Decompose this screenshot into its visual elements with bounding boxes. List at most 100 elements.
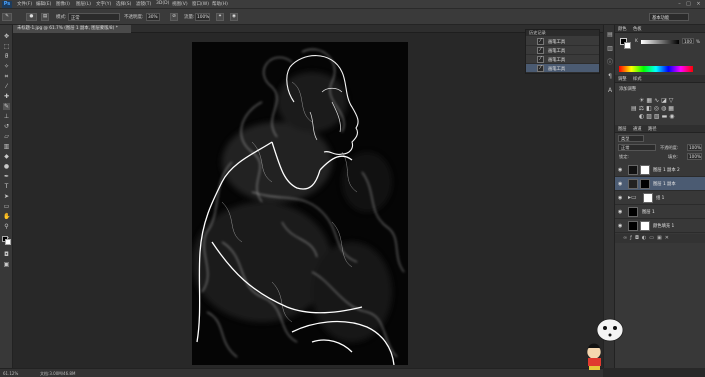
tab-styles[interactable]: 样式 xyxy=(633,76,642,82)
visibility-eye-icon[interactable]: ◉ xyxy=(618,223,622,229)
properties-panel-icon[interactable]: ▥ xyxy=(606,45,614,52)
flow-input[interactable]: 100% xyxy=(195,13,210,21)
info-panel-icon[interactable]: ⓘ xyxy=(606,59,614,66)
tab-color[interactable]: 颜色 xyxy=(618,26,627,32)
airbrush-icon[interactable]: ✦ xyxy=(216,13,224,21)
menu-window[interactable]: 窗口(W) xyxy=(192,1,209,7)
character-panel-icon[interactable]: A xyxy=(606,87,614,94)
history-item[interactable]: ⁄ 画笔工具 xyxy=(526,37,599,46)
pressure-opacity-icon[interactable]: ⊘ xyxy=(170,13,178,21)
blur-tool-icon[interactable]: ◆ xyxy=(3,153,10,160)
brush-panel-toggle-icon[interactable]: ▤ xyxy=(41,13,49,21)
menu-edit[interactable]: 编辑(E) xyxy=(36,1,51,7)
tab-adjustments[interactable]: 调整 xyxy=(618,76,627,82)
background-swatch-panel[interactable] xyxy=(624,42,631,49)
color-lookup-icon[interactable]: ▦ xyxy=(668,105,676,112)
healing-brush-tool-icon[interactable]: ✚ xyxy=(3,93,10,100)
k-value-input[interactable]: 100 xyxy=(682,38,694,44)
fill-input[interactable]: 100% xyxy=(687,153,702,160)
black-white-icon[interactable]: ◧ xyxy=(646,105,654,112)
quick-select-tool-icon[interactable]: ✧ xyxy=(3,63,10,70)
move-tool-icon[interactable]: ✥ xyxy=(3,33,10,40)
history-brush-tool-icon[interactable]: ↺ xyxy=(3,123,10,130)
levels-icon[interactable]: ▦ xyxy=(646,97,654,104)
layer-opacity-input[interactable]: 100% xyxy=(687,144,702,151)
type-tool-icon[interactable]: T xyxy=(3,183,10,190)
tab-channels[interactable]: 通道 xyxy=(633,126,642,132)
exposure-icon[interactable]: ◪ xyxy=(661,97,669,104)
marquee-tool-icon[interactable]: ⬚ xyxy=(3,43,10,50)
visibility-eye-icon[interactable]: ◉ xyxy=(618,195,622,201)
shape-tool-icon[interactable]: ▭ xyxy=(3,203,10,210)
layer-kind-filter[interactable]: 类型 xyxy=(618,135,644,142)
add-mask-icon[interactable]: ◘ xyxy=(635,235,642,241)
zoom-tool-icon[interactable]: ⚲ xyxy=(3,223,10,230)
visibility-eye-icon[interactable]: ◉ xyxy=(618,209,622,215)
selective-color-icon[interactable]: ◉ xyxy=(669,113,676,120)
brush-size-picker[interactable]: ● xyxy=(26,13,37,21)
menu-type[interactable]: 文字(Y) xyxy=(96,1,111,7)
tab-paths[interactable]: 路径 xyxy=(648,126,657,132)
screen-mode-icon[interactable]: ▣ xyxy=(3,261,10,268)
hue-sat-icon[interactable]: ▤ xyxy=(631,105,639,112)
menu-view[interactable]: 视图(V) xyxy=(172,1,188,7)
visibility-eye-icon[interactable]: ◉ xyxy=(618,181,622,187)
zoom-level[interactable]: 61.12% xyxy=(3,371,18,376)
tab-swatches[interactable]: 色板 xyxy=(633,26,642,32)
delete-layer-icon[interactable]: ✕ xyxy=(665,235,672,241)
layer-row[interactable]: ◉ 图层 1 副本 2 xyxy=(615,163,705,177)
opacity-input[interactable]: 30% xyxy=(146,13,160,21)
menu-file[interactable]: 文件(F) xyxy=(17,1,32,7)
dodge-tool-icon[interactable]: ● xyxy=(3,163,10,170)
threshold-icon[interactable]: ▧ xyxy=(654,113,662,120)
k-channel-slider[interactable] xyxy=(641,40,679,44)
close-icon[interactable]: × xyxy=(695,1,702,7)
menu-select[interactable]: 选择(S) xyxy=(116,1,131,7)
pen-tool-icon[interactable]: ✒ xyxy=(3,173,10,180)
color-balance-icon[interactable]: ⚖ xyxy=(639,105,646,112)
layer-row[interactable]: ◉ 颜色填充 1 xyxy=(615,219,705,233)
mode-select[interactable]: 正常 xyxy=(68,13,120,21)
new-layer-icon[interactable]: ▣ xyxy=(657,235,665,241)
menu-filter[interactable]: 滤镜(T) xyxy=(136,1,151,7)
hand-tool-icon[interactable]: ✋ xyxy=(3,213,10,220)
layer-row[interactable]: ◉ ▸▭ 组 1 xyxy=(615,191,705,205)
brush-tool-icon[interactable]: ✎ xyxy=(3,103,10,110)
quick-mask-icon[interactable]: ◘ xyxy=(3,251,10,258)
paragraph-panel-icon[interactable]: ¶ xyxy=(606,73,614,80)
document-tab[interactable]: 未标题-1.jpg @ 61.7% (图层 1 副本, 图层蒙版/8) * xyxy=(13,25,131,33)
background-color-swatch[interactable] xyxy=(5,239,11,245)
path-select-tool-icon[interactable]: ➤ xyxy=(3,193,10,200)
visibility-eye-icon[interactable]: ◉ xyxy=(618,167,622,173)
brush-tool-preset-icon[interactable]: ✎ xyxy=(2,13,12,21)
history-item-selected[interactable]: ⁄ 画笔工具 xyxy=(526,64,599,73)
layer-row-selected[interactable]: ◉ 图层 1 副本 xyxy=(615,177,705,191)
maximize-icon[interactable]: □ xyxy=(685,1,692,7)
blend-mode-select[interactable]: 正常 xyxy=(618,144,656,151)
history-panel-header[interactable]: 历史记录 xyxy=(526,30,599,36)
eraser-tool-icon[interactable]: ▱ xyxy=(3,133,10,140)
pressure-size-icon[interactable]: ◉ xyxy=(230,13,238,21)
menu-help[interactable]: 帮助(H) xyxy=(212,1,228,7)
history-panel-icon[interactable]: ▤ xyxy=(606,31,614,38)
history-item[interactable]: ⁄ 画笔工具 xyxy=(526,46,599,55)
tab-layers[interactable]: 图层 xyxy=(618,126,627,132)
color-spectrum-bar[interactable] xyxy=(619,66,693,72)
minimize-icon[interactable]: – xyxy=(676,1,683,7)
menu-3d[interactable]: 3D(D) xyxy=(156,1,169,6)
clone-stamp-tool-icon[interactable]: ⊥ xyxy=(3,113,10,120)
crop-tool-icon[interactable]: ⌗ xyxy=(3,73,10,80)
history-item[interactable]: ⁄ 画笔工具 xyxy=(526,55,599,64)
workspace-select[interactable]: 基本功能 xyxy=(649,13,689,21)
posterize-icon[interactable]: ▨ xyxy=(646,113,654,120)
lasso-tool-icon[interactable]: ϑ xyxy=(3,53,10,60)
eyedropper-tool-icon[interactable]: ⁄ xyxy=(3,83,10,90)
new-group-icon[interactable]: ▭ xyxy=(649,235,657,241)
photo-filter-icon[interactable]: ◎ xyxy=(654,105,661,112)
gradient-tool-icon[interactable]: ▥ xyxy=(3,143,10,150)
menu-image[interactable]: 图像(I) xyxy=(56,1,70,7)
vibrance-icon[interactable]: ▽ xyxy=(669,97,676,104)
menu-layer[interactable]: 图层(L) xyxy=(76,1,91,7)
document-canvas-image[interactable] xyxy=(192,42,408,365)
layer-row[interactable]: ◉ 图层 1 xyxy=(615,205,705,219)
